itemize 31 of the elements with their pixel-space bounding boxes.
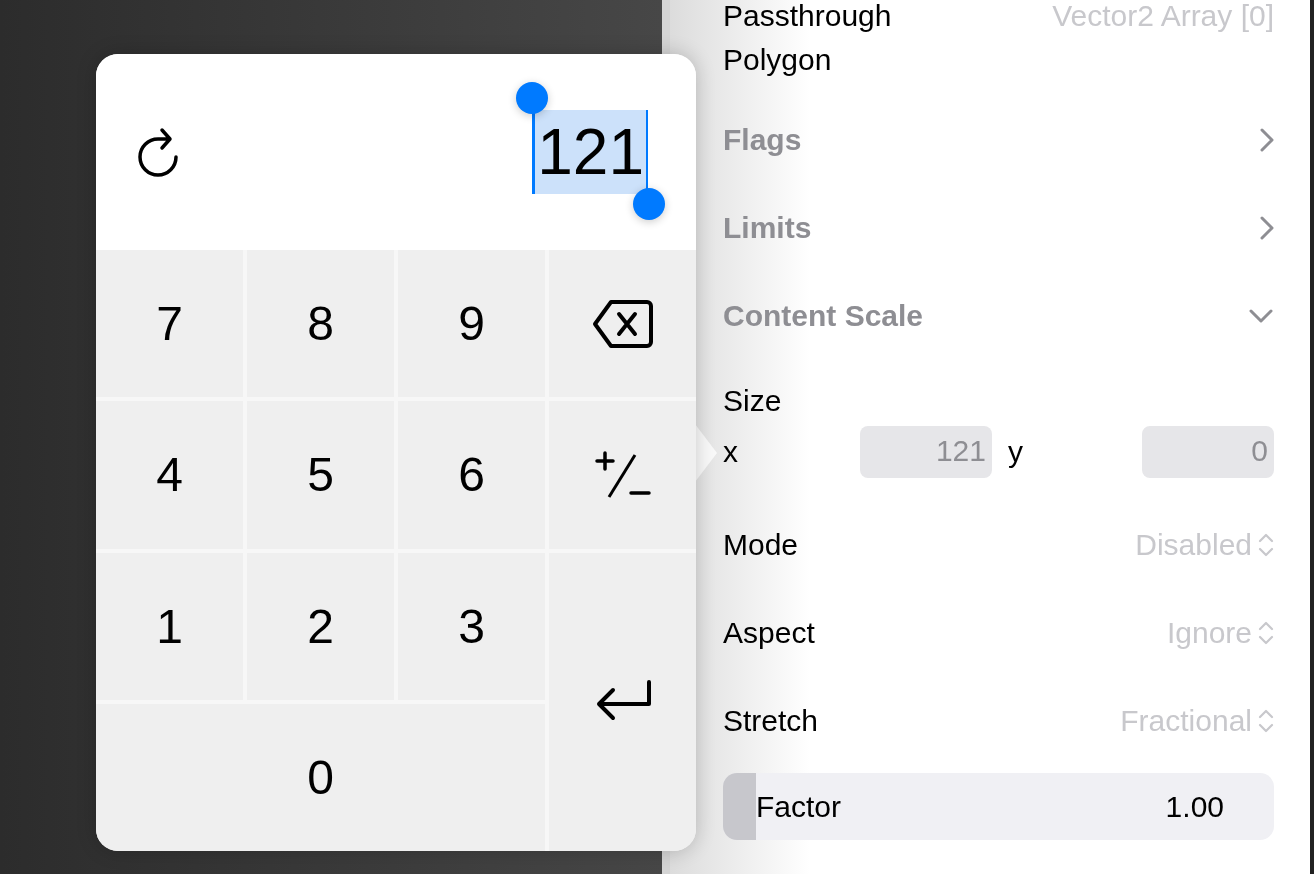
selection-handle[interactable]: [516, 82, 549, 114]
section-title: Content Scale: [723, 299, 924, 333]
digit-key[interactable]: 6: [398, 401, 545, 549]
up-down-icon: [1258, 532, 1274, 558]
option-label: Mode: [723, 528, 799, 562]
up-down-icon: [1258, 620, 1274, 646]
digit-key[interactable]: 9: [398, 250, 545, 398]
x-label: x: [723, 435, 739, 469]
property-label: Passthrough Polygon: [723, 0, 893, 78]
y-label: y: [1007, 435, 1024, 469]
digit-key[interactable]: 3: [398, 552, 545, 700]
selection-handle[interactable]: [633, 188, 665, 220]
up-down-icon: [1258, 708, 1274, 734]
digit-key[interactable]: 5: [247, 401, 394, 549]
section-title: Flags: [723, 123, 802, 157]
value-display[interactable]: 121: [532, 110, 648, 194]
section-title: Limits: [723, 211, 812, 245]
digit-key[interactable]: 2: [247, 552, 394, 700]
factor-label: Factor: [756, 789, 842, 824]
digit-key[interactable]: 1: [96, 552, 243, 700]
factor-value: 1.00: [1165, 789, 1224, 824]
digit-key[interactable]: 7: [96, 250, 243, 398]
option-label: Stretch: [723, 704, 819, 738]
digit-key[interactable]: 8: [247, 250, 394, 398]
option-label: Aspect: [723, 616, 815, 650]
factor-slider[interactable]: Factor 1.00: [723, 773, 1274, 840]
popover-arrow: [695, 424, 717, 482]
digit-key[interactable]: 0: [96, 703, 545, 851]
digit-key[interactable]: 4: [96, 401, 243, 549]
backspace-key[interactable]: [549, 250, 696, 398]
size-label: Size: [723, 383, 783, 419]
